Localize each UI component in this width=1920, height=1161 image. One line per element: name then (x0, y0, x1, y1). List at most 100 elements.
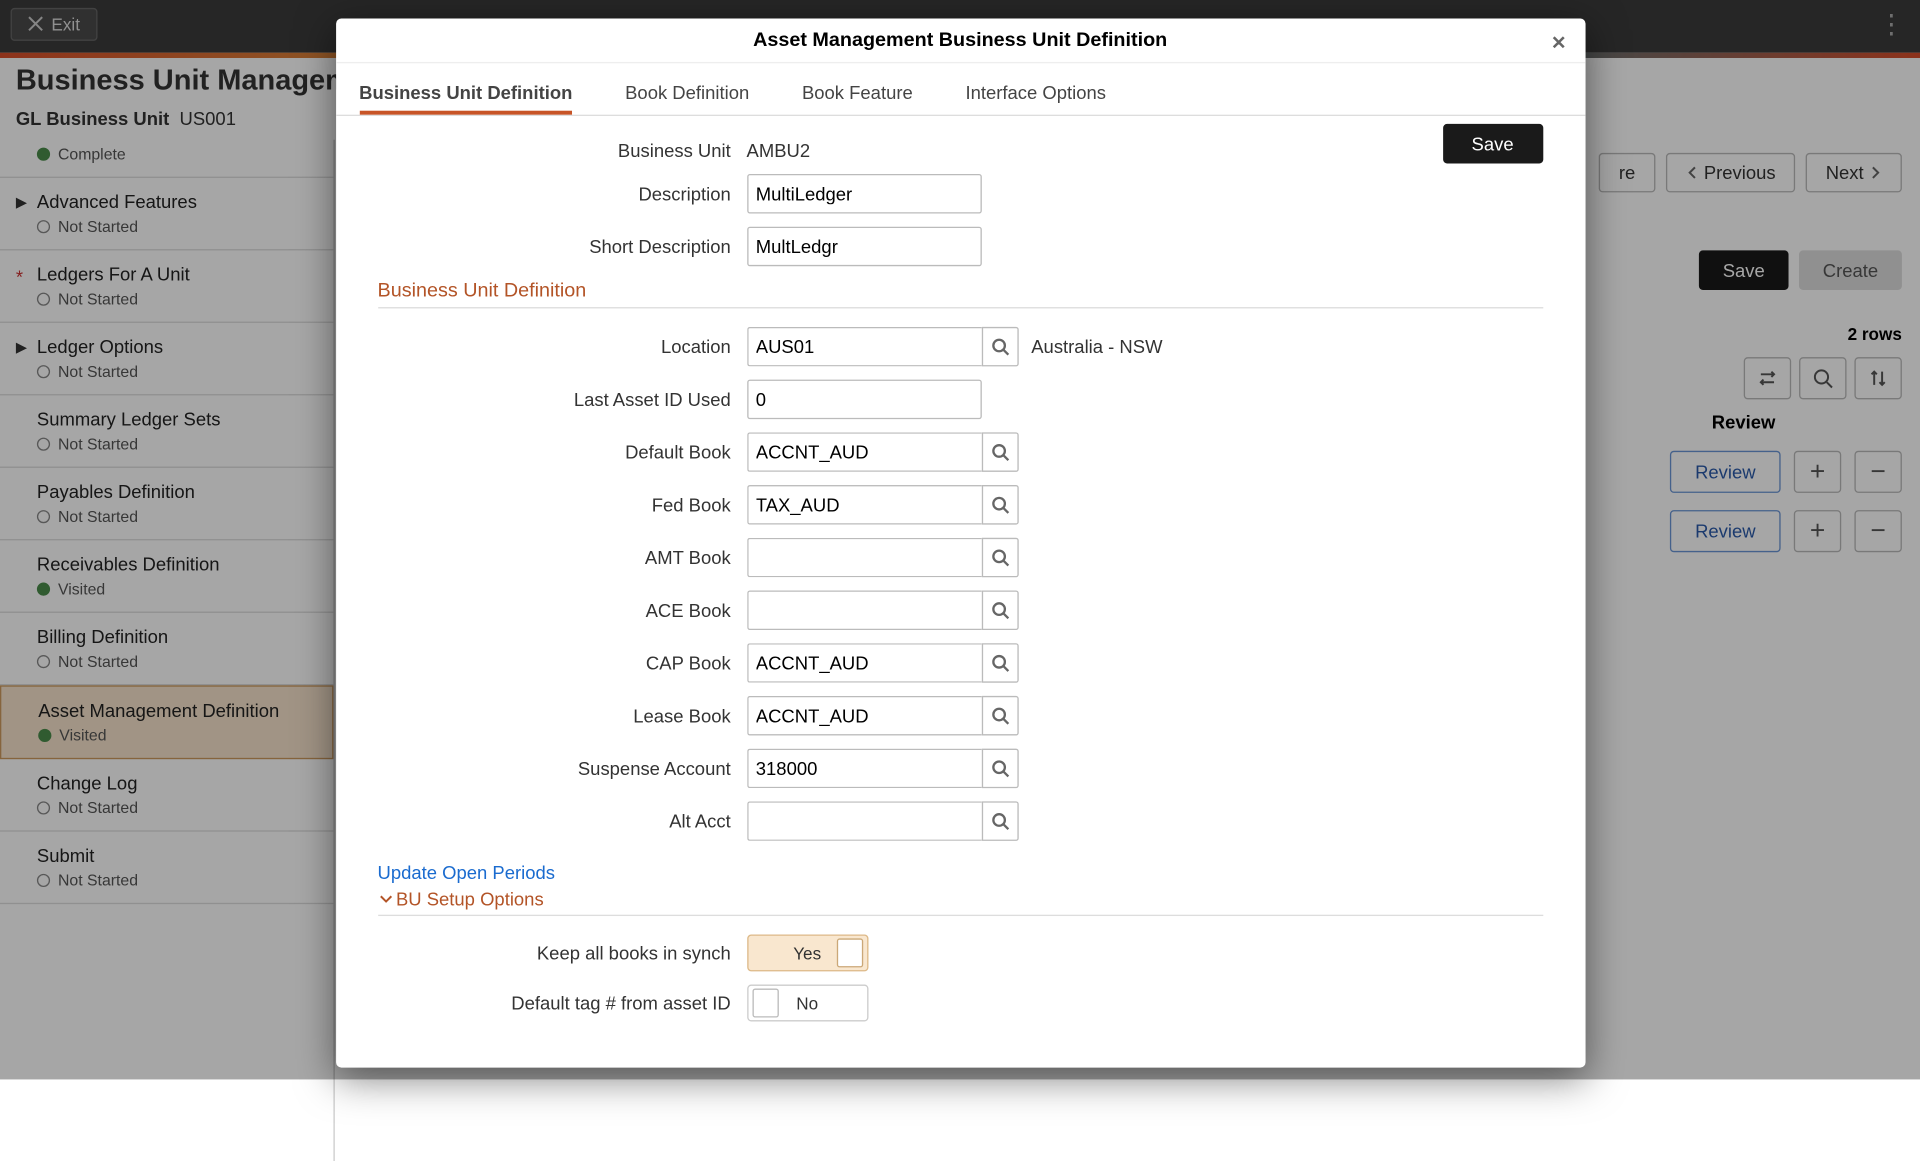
review-button[interactable]: Review (1670, 451, 1781, 493)
update-open-periods-link[interactable]: Update Open Periods (378, 862, 555, 883)
sidebar: CompleteComplete▶Advanced FeaturesNot St… (0, 140, 335, 1161)
bu-setup-options-header[interactable]: BU Setup Options (378, 888, 1543, 909)
default-tag-toggle[interactable]: No (747, 985, 868, 1022)
sidebar-item[interactable]: Billing Definition Not Started (0, 613, 333, 685)
cap-book-label: CAP Book (378, 652, 747, 673)
location-input[interactable] (747, 327, 982, 367)
short-description-input[interactable] (747, 227, 982, 267)
sidebar-item[interactable]: ▶ Ledger Options Not Started (0, 323, 333, 395)
chevron-left-icon (1685, 166, 1698, 179)
create-button[interactable]: Create (1799, 250, 1902, 290)
lookup-icon[interactable] (981, 643, 1018, 683)
status-dot (37, 293, 50, 306)
lookup-icon[interactable] (981, 749, 1018, 789)
last-asset-input[interactable] (747, 380, 982, 420)
fed-book-input[interactable] (747, 485, 982, 525)
lookup-icon[interactable] (981, 485, 1018, 525)
sidebar-item-label: Change Log (37, 772, 315, 793)
lookup-icon[interactable] (981, 696, 1018, 736)
remove-row-button[interactable]: − (1854, 510, 1901, 552)
gl-value: US001 (180, 108, 236, 129)
lease-book-input[interactable] (747, 696, 982, 736)
modal-save-button[interactable]: Save (1443, 124, 1543, 164)
sidebar-item[interactable]: Payables DefinitionNot Started (0, 468, 333, 540)
suspense-input[interactable] (747, 749, 982, 789)
sidebar-item[interactable]: Receivables DefinitionVisited (0, 540, 333, 612)
status-text: Not Started (58, 652, 138, 670)
modal-header: Asset Management Business Unit Definitio… (335, 18, 1584, 63)
exit-label: Exit (51, 14, 80, 34)
sort-icon[interactable] (1854, 357, 1901, 399)
status-text: Not Started (58, 362, 138, 380)
status-dot (37, 801, 50, 814)
fed-book-label: Fed Book (378, 494, 747, 515)
sidebar-item-label: Summary Ledger Sets (37, 409, 315, 430)
keep-books-toggle[interactable]: Yes (747, 934, 868, 971)
bu-label: Business Unit (378, 140, 747, 161)
default-book-input[interactable] (747, 432, 982, 472)
lookup-icon[interactable] (981, 327, 1018, 367)
swap-icon[interactable] (1744, 357, 1791, 399)
ace-book-input[interactable] (747, 590, 982, 630)
modal-tabs: Business Unit Definition Book Definition… (335, 63, 1584, 116)
lookup-icon[interactable] (981, 801, 1018, 841)
status-text: Not Started (58, 871, 138, 889)
close-icon[interactable]: ✕ (1546, 26, 1572, 59)
sidebar-item[interactable]: Ledgers For A UnitNot Started (0, 250, 333, 322)
review-button[interactable]: Review (1670, 510, 1781, 552)
tab-book-feature[interactable]: Book Feature (802, 74, 913, 115)
location-label: Location (378, 336, 747, 357)
status-text: Visited (59, 726, 106, 744)
lookup-icon[interactable] (981, 538, 1018, 578)
section-bu-definition: Business Unit Definition (378, 279, 1543, 301)
suspense-label: Suspense Account (378, 758, 747, 779)
amt-book-input[interactable] (747, 538, 982, 578)
short-description-label: Short Description (378, 236, 747, 257)
search-icon[interactable] (1799, 357, 1846, 399)
sidebar-item[interactable]: Summary Ledger SetsNot Started (0, 395, 333, 467)
modal-body: Save Business Unit AMBU2 Description Sho… (335, 116, 1584, 1068)
gl-label: GL Business Unit (16, 108, 169, 129)
kebab-menu[interactable]: ⋮ (1873, 2, 1910, 45)
tab-bu-definition[interactable]: Business Unit Definition (359, 74, 572, 115)
alt-acct-label: Alt Acct (378, 811, 747, 832)
last-asset-label: Last Asset ID Used (378, 389, 747, 410)
sidebar-item-label: Asset Management Definition (38, 700, 313, 721)
lookup-icon[interactable] (981, 590, 1018, 630)
tab-interface-options[interactable]: Interface Options (965, 74, 1106, 115)
add-row-button[interactable]: + (1794, 510, 1841, 552)
sidebar-item[interactable]: Asset Management Definition Visited (0, 685, 333, 759)
sidebar-item[interactable]: Change LogNot Started (0, 759, 333, 831)
status-dot (37, 438, 50, 451)
divider (378, 307, 1543, 308)
remove-row-button[interactable]: − (1854, 451, 1901, 493)
lookup-icon[interactable] (981, 432, 1018, 472)
save-button[interactable]: Save (1699, 250, 1789, 290)
alt-acct-input[interactable] (747, 801, 982, 841)
status-dot (37, 655, 50, 668)
share-button-partial[interactable]: re (1599, 153, 1655, 193)
sidebar-item-label: Billing Definition (37, 626, 315, 647)
sidebar-item[interactable]: CompleteComplete (0, 140, 333, 178)
tab-book-definition[interactable]: Book Definition (625, 74, 749, 115)
previous-button[interactable]: Previous (1666, 153, 1796, 193)
sidebar-item-label: Payables Definition (37, 481, 315, 502)
status-dot (37, 583, 50, 596)
sidebar-item-label: Advanced Features (37, 191, 315, 212)
keep-books-label: Keep all books in synch (378, 942, 747, 963)
default-book-label: Default Book (378, 442, 747, 463)
exit-button[interactable]: Exit (11, 7, 98, 40)
add-row-button[interactable]: + (1794, 451, 1841, 493)
close-icon (28, 16, 44, 32)
sidebar-item[interactable]: Submit Not Started (0, 832, 333, 904)
status-dot (37, 365, 50, 378)
chevron-right-icon: ▶ (16, 339, 27, 356)
sidebar-item[interactable]: ▶Advanced FeaturesNot Started (0, 178, 333, 250)
sidebar-item-label: Ledger Options (37, 336, 315, 357)
cap-book-input[interactable] (747, 643, 982, 683)
next-button[interactable]: Next (1806, 153, 1902, 193)
description-input[interactable] (747, 174, 982, 214)
sidebar-item-label: Submit (37, 845, 315, 866)
status-dot (37, 148, 50, 161)
status-dot (37, 220, 50, 233)
